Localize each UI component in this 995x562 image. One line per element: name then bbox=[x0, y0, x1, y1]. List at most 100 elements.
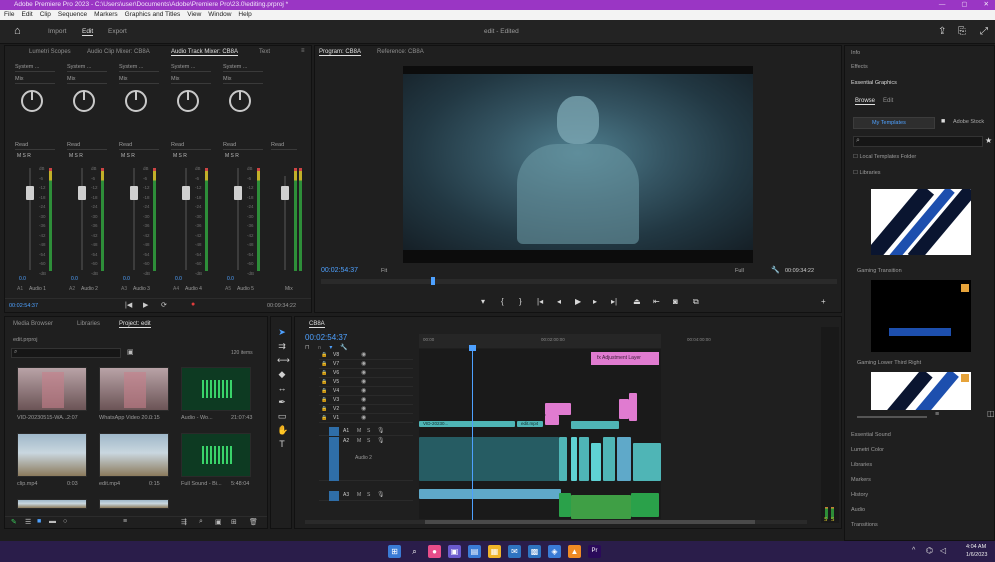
channel-mode[interactable]: Mix bbox=[119, 76, 159, 84]
video-track-header[interactable]: 🔒 V3 ◉ bbox=[319, 396, 413, 405]
channel-automation[interactable]: Read bbox=[171, 142, 211, 150]
channel-input[interactable]: System ... bbox=[171, 64, 211, 72]
tab-edit[interactable]: Edit bbox=[883, 98, 893, 104]
timeline-clip[interactable] bbox=[545, 403, 571, 415]
photos-icon[interactable]: ◈ bbox=[548, 545, 561, 558]
mute-icon[interactable]: M bbox=[357, 492, 361, 498]
menu-edit[interactable]: Edit bbox=[21, 10, 32, 20]
workspace-import[interactable]: Import bbox=[48, 28, 66, 35]
new-bin-icon[interactable]: ▣ bbox=[215, 518, 222, 526]
project-item-thumbnail[interactable] bbox=[17, 367, 87, 411]
step-back-icon[interactable]: ◂ bbox=[557, 297, 561, 306]
timeline-clip[interactable] bbox=[617, 437, 631, 481]
channel-input[interactable]: System ... bbox=[67, 64, 107, 72]
right-panel-section[interactable]: Essential Sound bbox=[851, 432, 891, 438]
favorite-star-icon[interactable]: ★ bbox=[985, 136, 992, 145]
meter-solo-left[interactable]: S bbox=[824, 517, 827, 523]
timeline-zoom-handle[interactable] bbox=[425, 520, 755, 524]
timeline-clip[interactable] bbox=[603, 437, 615, 481]
sort-icon[interactable]: ≡ bbox=[123, 518, 127, 525]
project-item-thumbnail[interactable] bbox=[17, 499, 87, 509]
timeline-playhead[interactable] bbox=[472, 345, 473, 521]
quality-dropdown[interactable]: Full bbox=[735, 268, 744, 274]
tab-media-browser[interactable]: Media Browser bbox=[13, 321, 53, 327]
program-scrubber[interactable] bbox=[321, 279, 837, 284]
vlc-icon[interactable]: ▲ bbox=[568, 545, 581, 558]
step-forward-icon[interactable]: ▸ bbox=[593, 297, 597, 306]
section-essential-graphics[interactable]: Essential Graphics bbox=[851, 80, 897, 86]
tab-sequence[interactable]: CB8A bbox=[309, 321, 325, 328]
file-explorer-icon[interactable]: ▦ bbox=[488, 545, 501, 558]
task-view-icon[interactable]: ▣ bbox=[448, 545, 461, 558]
tab-audio-clip-mixer[interactable]: Audio Clip Mixer: CB8A bbox=[87, 49, 150, 55]
project-item-thumbnail[interactable] bbox=[181, 433, 251, 477]
close-icon[interactable]: ✕ bbox=[984, 0, 989, 10]
tab-audio-track-mixer[interactable]: Audio Track Mixer: CB8A bbox=[171, 49, 239, 56]
timeline-clip[interactable] bbox=[571, 495, 631, 519]
project-item-thumbnail[interactable] bbox=[181, 367, 251, 411]
mute-solo-record[interactable]: M S R bbox=[173, 153, 187, 159]
fit-dropdown[interactable]: Fit bbox=[381, 268, 387, 274]
pan-knob[interactable] bbox=[125, 90, 147, 112]
menu-graphics[interactable]: Graphics and Titles bbox=[125, 10, 181, 20]
tab-browse[interactable]: Browse bbox=[855, 98, 876, 105]
video-track-header[interactable]: 🔒 V1 ◉ bbox=[319, 414, 413, 423]
mute-solo-record[interactable]: M S R bbox=[69, 153, 83, 159]
pan-knob[interactable] bbox=[73, 90, 95, 112]
fullscreen-icon[interactable]: ⤢ bbox=[980, 26, 988, 37]
master-fader[interactable] bbox=[281, 186, 289, 200]
video-track-header[interactable]: 🔒 V6 ◉ bbox=[319, 369, 413, 378]
list-view-icon[interactable]: ☰ bbox=[25, 518, 31, 526]
my-templates-button[interactable]: My Templates bbox=[853, 117, 935, 129]
track-eye-icon[interactable]: ◉ bbox=[361, 387, 366, 394]
compare-icon[interactable]: ⧉ bbox=[693, 297, 699, 307]
track-eye-icon[interactable]: ◉ bbox=[361, 378, 366, 385]
record-icon[interactable]: ● bbox=[191, 301, 195, 308]
section-effects[interactable]: Effects bbox=[851, 64, 868, 70]
track-eye-icon[interactable]: ◉ bbox=[361, 405, 366, 412]
templates-search[interactable]: ⌕ bbox=[853, 136, 983, 147]
mute-solo-record[interactable]: M S R bbox=[121, 153, 135, 159]
pan-knob[interactable] bbox=[177, 90, 199, 112]
checkbox-libraries[interactable]: ☐ Libraries bbox=[853, 170, 881, 176]
settings-icon[interactable]: 🔧 bbox=[771, 266, 780, 274]
right-panel-section[interactable]: Lumetri Color bbox=[851, 447, 884, 453]
workspace-export[interactable]: Export bbox=[108, 28, 127, 35]
widgets-icon[interactable]: ▤ bbox=[468, 545, 481, 558]
camera-icon[interactable]: ◙ bbox=[673, 297, 678, 306]
tab-libraries[interactable]: Libraries bbox=[77, 321, 100, 327]
share-icon[interactable]: ⎘ bbox=[958, 26, 966, 37]
volume-fader[interactable] bbox=[78, 186, 86, 200]
menu-sequence[interactable]: Sequence bbox=[58, 10, 87, 20]
track-lock-icon[interactable]: 🔒 bbox=[321, 379, 327, 385]
timeline-clip[interactable] bbox=[579, 437, 589, 481]
timeline-clip[interactable] bbox=[619, 399, 629, 419]
playhead-head[interactable] bbox=[469, 345, 476, 351]
track-select-icon[interactable]: ⇉ bbox=[277, 341, 287, 351]
thumb-size-slider[interactable] bbox=[857, 416, 927, 418]
zoom-slider-icon[interactable]: ○ bbox=[63, 518, 67, 525]
wifi-icon[interactable]: ⌬ bbox=[926, 546, 933, 555]
microphone-icon[interactable]: 🎙 bbox=[377, 437, 385, 444]
freeform-view-icon[interactable]: ▬ bbox=[49, 518, 56, 525]
solo-icon[interactable]: S bbox=[367, 438, 370, 444]
tab-project[interactable]: Project: edit bbox=[119, 321, 151, 328]
out-point-icon[interactable]: } bbox=[519, 297, 522, 306]
volume-fader[interactable] bbox=[182, 186, 190, 200]
video-frame[interactable] bbox=[403, 66, 753, 263]
right-panel-section[interactable]: History bbox=[851, 492, 868, 498]
video-track-header[interactable]: 🔒 V7 ◉ bbox=[319, 360, 413, 369]
home-icon[interactable]: ⌂ bbox=[14, 25, 21, 37]
mute-icon[interactable]: M bbox=[357, 428, 361, 434]
channel-automation[interactable]: Read bbox=[15, 142, 55, 150]
template-thumb-3[interactable] bbox=[871, 372, 971, 410]
video-track-header[interactable]: 🔒 V4 ◉ bbox=[319, 387, 413, 396]
timeline-clip[interactable] bbox=[419, 489, 561, 499]
tab-program[interactable]: Program: CB8A bbox=[319, 49, 362, 56]
channel-automation[interactable]: Read bbox=[223, 142, 263, 150]
timeline-zoom-bar[interactable] bbox=[305, 520, 807, 524]
new-item-icon[interactable]: ⊞ bbox=[231, 518, 237, 526]
mail-icon[interactable]: ✉ bbox=[508, 545, 521, 558]
channel-automation[interactable]: Read bbox=[119, 142, 159, 150]
extract-icon[interactable]: ⇤ bbox=[653, 297, 660, 306]
